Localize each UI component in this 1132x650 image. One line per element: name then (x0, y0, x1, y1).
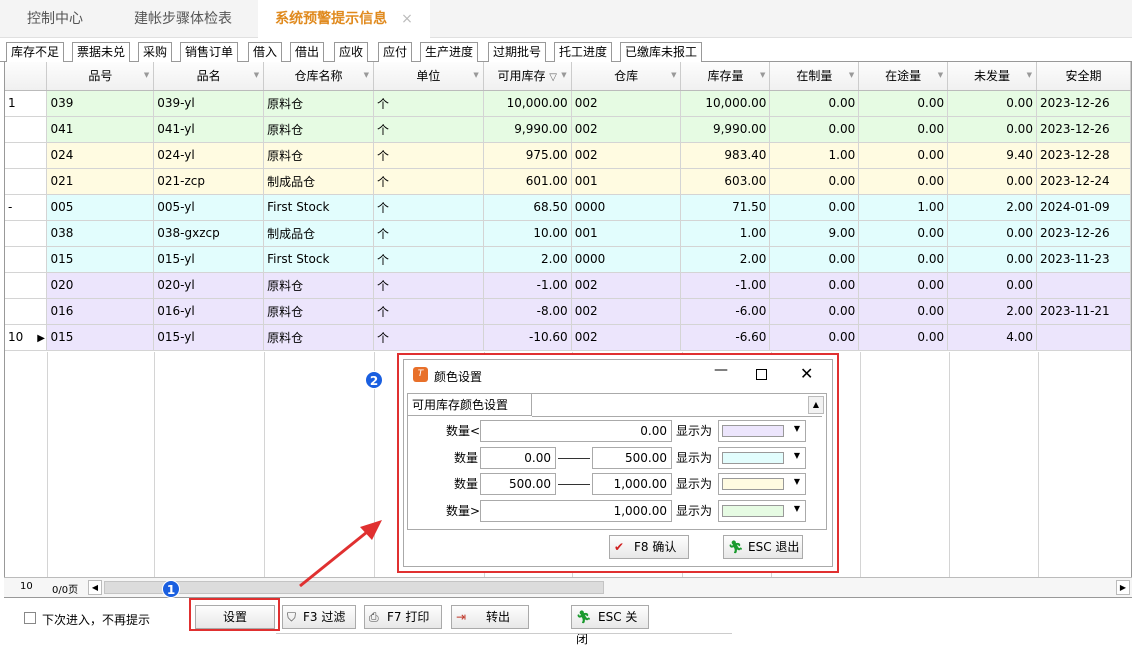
range2-to-field[interactable]: 1,000.00 (592, 473, 672, 495)
step-badge-1: 1 (162, 580, 180, 598)
color-swatch-cyan (722, 452, 784, 464)
range-dash (558, 484, 590, 485)
color-settings-highlight: T 颜色设置 — ✕ 可用库存颜色设置 ▲ 数量< 0.00 显示为 ▼ 数量 … (397, 353, 839, 573)
minimize-icon[interactable]: — (714, 362, 728, 378)
qty-label-1: 数量< (446, 424, 481, 438)
show-as-label-2: 显示为 (676, 451, 713, 465)
range-dash (558, 458, 590, 459)
maximize-icon[interactable] (756, 369, 767, 380)
tab-available-stock-colors[interactable]: 可用库存颜色设置 (408, 394, 532, 416)
color-swatch-yellow (722, 478, 784, 490)
confirm-button[interactable]: ✔ F8 确认 (609, 535, 689, 559)
range1-from-field[interactable]: 0.00 (480, 447, 556, 469)
checkmark-icon: ✔ (614, 540, 625, 554)
color-select-4[interactable]: ▼ (718, 500, 806, 522)
exit-button[interactable]: 🏃︎ ESC 退出 (723, 535, 803, 559)
qty-greater-than-field[interactable]: 1,000.00 (480, 500, 672, 522)
dialog-close-icon[interactable]: ✕ (800, 364, 813, 383)
color-swatch-green (722, 505, 784, 517)
color-select-1[interactable]: ▼ (718, 420, 806, 442)
color-swatch-purple (722, 425, 784, 437)
chevron-down-icon: ▼ (793, 451, 800, 460)
chevron-down-icon: ▼ (793, 477, 800, 486)
range2-from-field[interactable]: 500.00 (480, 473, 556, 495)
show-as-label-4: 显示为 (676, 504, 713, 518)
chevron-down-icon: ▼ (793, 504, 800, 513)
qty-label-2: 数量 (454, 451, 479, 465)
qty-less-than-field[interactable]: 0.00 (480, 420, 672, 442)
color-select-2[interactable]: ▼ (718, 447, 806, 469)
show-as-label-3: 显示为 (676, 477, 713, 491)
qty-label-4: 数量> (446, 504, 481, 518)
scroll-up-icon[interactable]: ▲ (808, 396, 824, 414)
dialog-title: 颜色设置 (434, 370, 483, 384)
exit-runner-icon: 🏃︎ (728, 540, 744, 554)
color-select-3[interactable]: ▼ (718, 473, 806, 495)
show-as-label-1: 显示为 (676, 424, 713, 438)
color-settings-dialog: T 颜色设置 — ✕ 可用库存颜色设置 ▲ 数量< 0.00 显示为 ▼ 数量 … (403, 359, 833, 567)
chevron-down-icon: ▼ (793, 424, 800, 433)
dialog-tab-panel: 可用库存颜色设置 ▲ 数量< 0.00 显示为 ▼ 数量 0.00 500.00… (407, 393, 827, 530)
app-logo-icon: T (413, 367, 428, 382)
range1-to-field[interactable]: 500.00 (592, 447, 672, 469)
step-badge-2: 2 (365, 371, 383, 389)
dialog-titlebar: T 颜色设置 — ✕ (404, 360, 832, 390)
qty-label-3: 数量 (454, 477, 479, 491)
